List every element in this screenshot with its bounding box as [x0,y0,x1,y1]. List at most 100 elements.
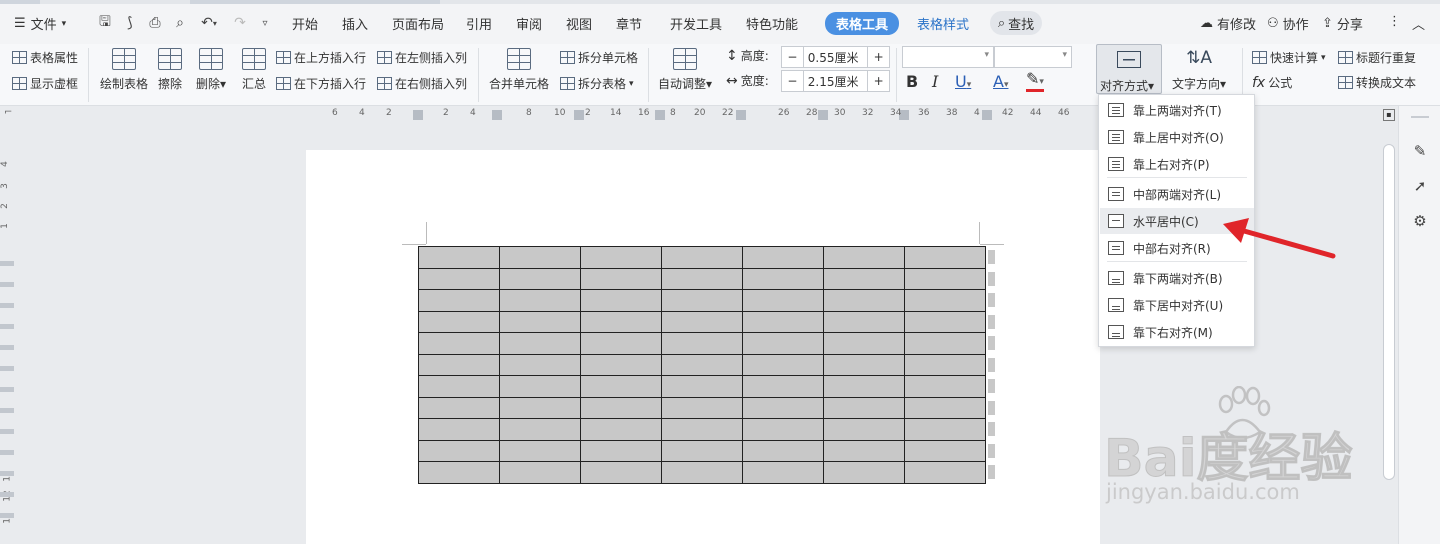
table-cell[interactable] [904,461,986,484]
text-direction-button[interactable]: ⇅A 文字方向▾ [1172,44,1226,92]
tab-stop-selector-icon[interactable]: ⌐ [4,107,12,118]
table-cell[interactable] [499,396,581,419]
ruler-marker[interactable] [655,110,665,120]
customize-chevron-icon[interactable]: ▿ [255,13,275,33]
align-option[interactable]: 靠上居中对齐(O) [1100,124,1254,150]
table-cell[interactable] [580,246,662,269]
table-cell[interactable] [499,332,581,355]
repeat-header-button[interactable]: 标题行重复 [1338,49,1416,66]
tab-references[interactable]: 引用 [466,14,492,33]
table-row[interactable] [418,396,986,419]
table-cell[interactable] [742,289,824,312]
table-cell[interactable] [499,375,581,398]
tab-review[interactable]: 审阅 [516,14,542,33]
ruler-marker[interactable] [413,110,423,120]
tab-page-layout[interactable]: 页面布局 [392,14,444,33]
height-decrement-button[interactable]: − [782,47,804,67]
tab-table-style[interactable]: 表格样式 [917,14,969,33]
tab-insert[interactable]: 插入 [342,14,368,33]
table-cell[interactable] [499,353,581,376]
width-input[interactable]: 2.15厘米 [804,73,867,90]
width-increment-button[interactable]: + [867,71,889,91]
height-stepper[interactable]: − 0.55厘米 + [781,46,890,68]
table-cell[interactable] [904,267,986,290]
redo-icon[interactable]: ↷ [230,13,250,33]
table-cell[interactable] [580,267,662,290]
table-row[interactable] [418,418,986,441]
summary-button[interactable]: 汇总 [242,44,266,92]
table-cell[interactable] [904,246,986,269]
width-stepper[interactable]: − 2.15厘米 + [781,70,890,92]
table-cell[interactable] [904,353,986,376]
table-cell[interactable] [661,439,743,462]
tab-view[interactable]: 视图 [566,14,592,33]
table-cell[interactable] [580,418,662,441]
table-cell[interactable] [661,396,743,419]
height-increment-button[interactable]: + [867,47,889,67]
format-painter-icon[interactable]: ⟆ [120,13,140,33]
more-icon[interactable]: ⋮ [1388,14,1401,29]
table-cell[interactable] [580,353,662,376]
table-row[interactable] [418,439,986,462]
table-cell[interactable] [904,418,986,441]
align-option[interactable]: 靠上右对齐(P) [1100,151,1254,177]
table-cell[interactable] [661,418,743,441]
scroll-top-icon[interactable]: ▪ [1383,109,1395,121]
tab-home[interactable]: 开始 [292,14,318,33]
table-cell[interactable] [661,461,743,484]
table-cell[interactable] [742,246,824,269]
align-option[interactable]: 中部两端对齐(L) [1100,181,1254,207]
highlight-color-icon[interactable]: ✎▾ [1026,71,1044,92]
table-properties-button[interactable]: 表格属性 [12,49,78,66]
table-cell[interactable] [499,246,581,269]
table-cell[interactable] [823,418,905,441]
show-gridlines-button[interactable]: 显示虚框 [12,75,78,92]
table-cell[interactable] [742,418,824,441]
draw-table-button[interactable]: 绘制表格 [100,44,148,92]
font-size-select[interactable] [994,46,1072,68]
print-preview-icon[interactable]: ⌕ [170,13,190,33]
tab-chapter[interactable]: 章节 [616,14,642,33]
table-cell[interactable] [823,396,905,419]
insert-col-left-button[interactable]: 在左侧插入列 [377,49,467,66]
collapse-ribbon-icon[interactable]: ︿ [1412,14,1425,33]
table-cell[interactable] [742,310,824,333]
table-cell[interactable] [742,267,824,290]
table-cell[interactable] [823,246,905,269]
ruler-marker[interactable] [818,110,828,120]
table-row[interactable] [418,353,986,376]
italic-icon[interactable]: I [932,72,938,91]
table-cell[interactable] [418,289,500,312]
erase-button[interactable]: 擦除 [158,44,182,92]
table-cell[interactable] [661,267,743,290]
align-option[interactable]: 靠下右对齐(M) [1100,319,1254,345]
table-cell[interactable] [418,332,500,355]
table-cell[interactable] [742,396,824,419]
table-cell[interactable] [904,439,986,462]
table-cell[interactable] [418,396,500,419]
table-cell[interactable] [823,375,905,398]
table-cell[interactable] [499,418,581,441]
table-cell[interactable] [823,332,905,355]
modified-button[interactable]: ☁ 有修改 [1200,14,1256,33]
convert-to-text-button[interactable]: 转换成文本 [1338,74,1416,91]
table-cell[interactable] [904,396,986,419]
document-table[interactable] [418,246,986,484]
table-row[interactable] [418,246,986,269]
table-cell[interactable] [904,310,986,333]
table-cell[interactable] [661,246,743,269]
collab-button[interactable]: ⚇ 协作 [1267,14,1309,33]
table-cell[interactable] [661,332,743,355]
insert-row-below-button[interactable]: 在下方插入行 [276,75,366,92]
table-cell[interactable] [742,461,824,484]
delete-button[interactable]: 删除▾ [196,44,226,92]
table-cell[interactable] [580,461,662,484]
table-cell[interactable] [823,439,905,462]
print-icon[interactable]: ⎙ [145,13,165,33]
table-cell[interactable] [418,267,500,290]
table-cell[interactable] [499,267,581,290]
table-row[interactable] [418,310,986,333]
table-cell[interactable] [499,461,581,484]
table-cell[interactable] [823,289,905,312]
tab-features[interactable]: 特色功能 [746,14,798,33]
